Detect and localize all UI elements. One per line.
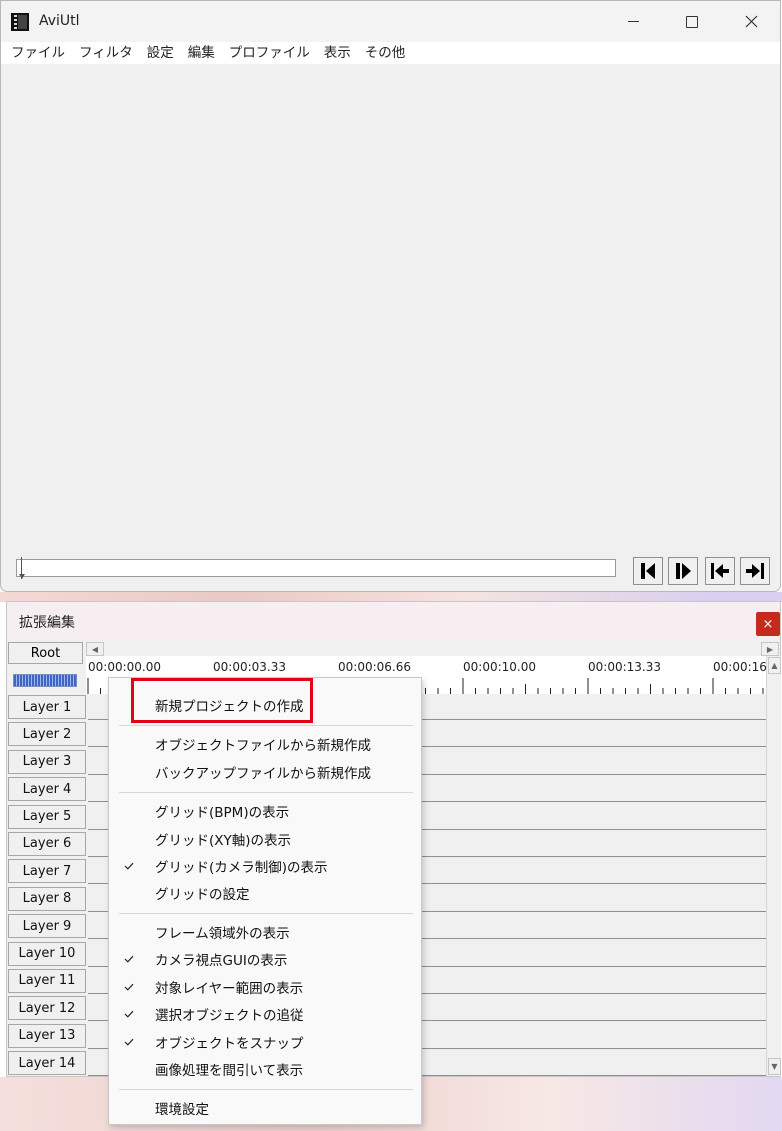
context-menu-item-label: カメラ視点GUIの表示: [155, 953, 288, 969]
root-button[interactable]: Root: [8, 642, 83, 664]
menu-edit[interactable]: 編集: [181, 42, 222, 64]
check-icon: [124, 862, 134, 870]
check-icon: [124, 983, 134, 991]
title-bar[interactable]: AviUtl: [1, 1, 780, 42]
menu-separator: [119, 913, 413, 914]
close-button[interactable]: [722, 1, 780, 42]
scroll-down-arrow-icon[interactable]: ▼: [768, 1058, 781, 1075]
context-menu-item-label: 選択オブジェクトの追従: [155, 1008, 304, 1024]
check-icon: [124, 1010, 134, 1018]
menu-separator: [119, 725, 413, 726]
ext-window-title: 拡張編集: [19, 615, 75, 631]
last-frame-button[interactable]: [740, 557, 770, 585]
context-menu-item[interactable]: グリッド(XY軸)の表示: [109, 826, 421, 852]
seek-slider-thumb[interactable]: [19, 557, 25, 581]
highlight-annotation-box: [131, 678, 313, 723]
timeline-zoom-bar[interactable]: [13, 674, 77, 687]
menu-separator: [119, 1089, 413, 1090]
minimize-button[interactable]: [604, 1, 662, 42]
seek-slider-track[interactable]: [16, 559, 616, 577]
context-menu-item-label: 環境設定: [155, 1102, 209, 1118]
context-menu-item[interactable]: バックアップファイルから新規作成: [109, 759, 421, 785]
app-icon: [11, 13, 29, 31]
layer-button[interactable]: Layer 7: [8, 859, 86, 884]
seek-bar-area: [1, 549, 780, 593]
ext-close-button[interactable]: ×: [756, 612, 780, 636]
timeline-context-menu: 新規プロジェクトの作成 オブジェクトファイルから新規作成 バックアップファイルから新…: [108, 677, 422, 1125]
context-menu-item-label: グリッド(XY軸)の表示: [155, 833, 292, 849]
next-frame-button[interactable]: [668, 557, 698, 585]
menu-view[interactable]: 表示: [317, 42, 358, 64]
time-label: 00:00:03.33: [213, 660, 286, 674]
layer-button[interactable]: Layer 14: [8, 1051, 86, 1076]
maximize-button[interactable]: [663, 1, 721, 42]
menu-file[interactable]: ファイル: [4, 42, 72, 64]
layer-button[interactable]: Layer 6: [8, 831, 86, 856]
menu-other[interactable]: その他: [358, 42, 413, 64]
layer-button[interactable]: Layer 11: [8, 968, 86, 993]
time-label: 00:00:00.00: [88, 660, 161, 674]
time-label: 00:00:10.00: [463, 660, 536, 674]
prev-frame-icon: [641, 563, 655, 579]
first-frame-button[interactable]: [705, 557, 735, 585]
context-menu-item[interactable]: グリッドの設定: [109, 880, 421, 906]
context-menu-item[interactable]: 画像処理を間引いて表示: [109, 1056, 421, 1082]
layer-button[interactable]: Layer 8: [8, 886, 86, 911]
context-menu-item-label: 対象レイヤー範囲の表示: [155, 981, 304, 997]
layer-button[interactable]: Layer 3: [8, 749, 86, 774]
minimize-icon: [627, 21, 639, 22]
scroll-left-arrow-icon[interactable]: ◀: [86, 642, 104, 656]
aviutl-main-window: AviUtl ファイル フィルタ 設定 編集 プロファイル 表示 その他: [0, 0, 781, 592]
time-label: 00:00:16: [713, 660, 766, 674]
layer-button[interactable]: Layer 2: [8, 722, 86, 747]
menu-profile[interactable]: プロファイル: [222, 42, 317, 64]
context-menu-item[interactable]: フレーム領域外の表示: [109, 919, 421, 945]
time-label: 00:00:06.66: [338, 660, 411, 674]
check-icon: [124, 955, 134, 963]
menu-bar: ファイル フィルタ 設定 編集 プロファイル 表示 その他: [1, 42, 780, 64]
menu-filter[interactable]: フィルタ: [72, 42, 140, 64]
context-menu-item-label: グリッド(カメラ制御)の表示: [155, 860, 328, 876]
scroll-right-arrow-icon[interactable]: ▶: [761, 642, 779, 656]
maximize-icon: [686, 15, 698, 28]
layer-button[interactable]: Layer 5: [8, 804, 86, 829]
context-menu-item-label: グリッド(BPM)の表示: [155, 805, 290, 821]
context-menu-item[interactable]: カメラ視点GUIの表示: [109, 946, 421, 972]
context-menu-item-label: バックアップファイルから新規作成: [155, 766, 371, 782]
layer-button[interactable]: Layer 12: [8, 996, 86, 1021]
context-menu-item[interactable]: オブジェクトをスナップ: [109, 1029, 421, 1055]
layer-button[interactable]: Layer 1: [8, 695, 86, 719]
layer-button[interactable]: Layer 9: [8, 914, 86, 939]
context-menu-item[interactable]: グリッド(BPM)の表示: [109, 798, 421, 824]
check-icon: [124, 1038, 134, 1046]
context-menu-item[interactable]: 環境設定: [109, 1095, 421, 1121]
context-menu-item-label: 画像処理を間引いて表示: [155, 1063, 304, 1079]
layer-button[interactable]: Layer 10: [8, 941, 86, 966]
context-menu-item[interactable]: オブジェクトファイルから新規作成: [109, 731, 421, 757]
context-menu-item-label: オブジェクトをスナップ: [155, 1036, 304, 1052]
menu-settings[interactable]: 設定: [140, 42, 181, 64]
last-frame-icon: [746, 563, 764, 579]
close-icon: [745, 15, 757, 28]
scroll-up-arrow-icon[interactable]: ▲: [768, 657, 781, 674]
context-menu-item-label: オブジェクトファイルから新規作成: [155, 738, 371, 754]
time-label: 00:00:13.33: [588, 660, 661, 674]
first-frame-icon: [711, 563, 729, 579]
window-title: AviUtl: [39, 13, 80, 29]
context-menu-item-label: グリッドの設定: [155, 887, 250, 903]
layer-button[interactable]: Layer 13: [8, 1023, 86, 1048]
horizontal-scrollbar[interactable]: ◀ ▶: [86, 642, 779, 656]
prev-frame-button[interactable]: [633, 557, 663, 585]
context-menu-item[interactable]: 対象レイヤー範囲の表示: [109, 974, 421, 1000]
layer-button[interactable]: Layer 4: [8, 777, 86, 802]
vertical-scrollbar[interactable]: ▲ ▼: [766, 656, 781, 1076]
menu-separator: [119, 792, 413, 793]
context-menu-item[interactable]: グリッド(カメラ制御)の表示: [109, 853, 421, 879]
preview-area: [1, 64, 780, 549]
next-frame-icon: [676, 563, 691, 579]
context-menu-item[interactable]: 選択オブジェクトの追従: [109, 1001, 421, 1027]
context-menu-item-label: フレーム領域外の表示: [155, 926, 290, 942]
ext-title-bar[interactable]: 拡張編集 ×: [7, 602, 780, 640]
